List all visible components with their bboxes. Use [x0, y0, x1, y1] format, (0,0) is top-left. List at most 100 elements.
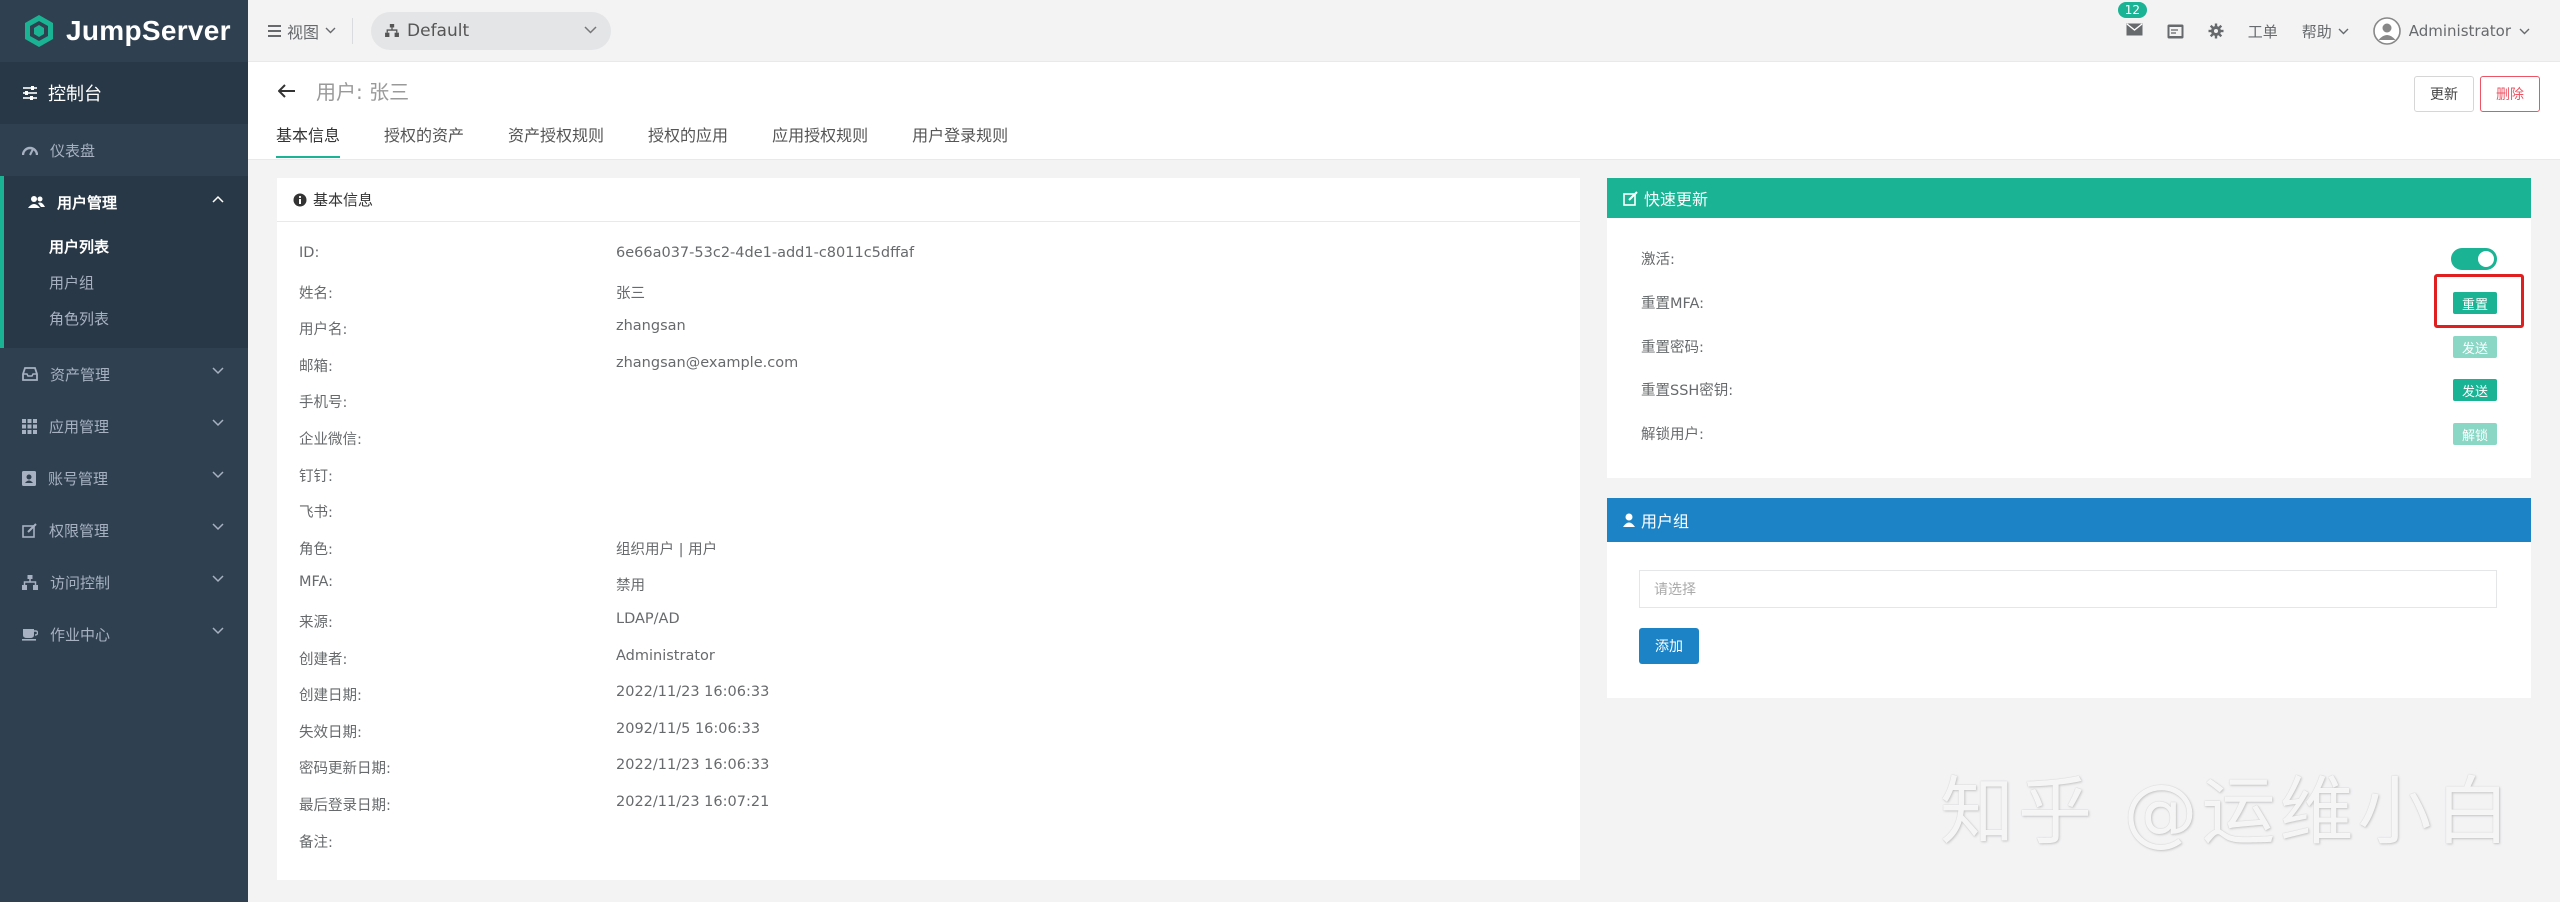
org-select-value: Default: [407, 20, 470, 41]
info-key: 钉钉:: [299, 469, 333, 485]
page-header: 用户: 张三 基本信息 授权的资产 资产授权规则 授权的应用 应用授权规则 用户…: [248, 62, 2560, 160]
sidebar-subitem-user-group[interactable]: 用户组: [4, 264, 248, 300]
info-value: 6e66a037-53c2-4de1-add1-c8011c5dffaf: [616, 245, 915, 261]
console-switch[interactable]: 控制台: [0, 62, 248, 124]
chevron-down-icon: [325, 27, 336, 34]
tab-app-permission-rules[interactable]: 应用授权规则: [772, 122, 868, 158]
terminal-icon[interactable]: [2167, 24, 2184, 39]
sidebar-item-permissions[interactable]: 权限管理: [0, 504, 248, 556]
reset-ssh-key-button[interactable]: 发送: [2452, 379, 2497, 401]
unlock-user-label: 解锁用户:: [1641, 427, 1704, 443]
update-button[interactable]: 更新: [2414, 76, 2474, 112]
sidebar: JumpServer 控制台 仪表盘 用户管理 用户列表 用户组 角色列表 资产…: [0, 0, 248, 902]
panel-title-text: 快速更新: [1644, 190, 1709, 209]
logo[interactable]: JumpServer: [0, 0, 248, 62]
avatar: [2372, 17, 2401, 45]
reset-mfa-label: 重置MFA:: [1641, 296, 1705, 312]
tickets-link[interactable]: 工单: [2248, 21, 2278, 42]
sliders-icon: [23, 86, 37, 100]
sidebar-item-label: 资产管理: [50, 365, 111, 384]
chevron-down-icon: [584, 25, 597, 34]
sitemap-icon: [22, 574, 38, 590]
reset-password-label: 重置密码:: [1641, 340, 1704, 356]
back-arrow-icon[interactable]: [278, 83, 296, 98]
org-select[interactable]: Default: [371, 11, 612, 50]
add-group-button[interactable]: 添加: [1639, 628, 1699, 664]
sidebar-group-users: 用户管理 用户列表 用户组 角色列表: [0, 176, 248, 348]
chevron-down-icon: [212, 419, 224, 427]
sidebar-subitem-role-list[interactable]: 角色列表: [4, 300, 248, 336]
tab-asset-permission-rules[interactable]: 资产授权规则: [508, 122, 604, 158]
console-label: 控制台: [48, 84, 102, 105]
sidebar-item-access-control[interactable]: 访问控制: [0, 556, 248, 608]
sidebar-subitem-user-list[interactable]: 用户列表: [4, 228, 248, 264]
sidebar-item-accounts[interactable]: 账号管理: [0, 452, 248, 504]
dashboard-icon: [22, 146, 38, 156]
chevron-up-icon: [212, 195, 224, 203]
user-menu[interactable]: Administrator: [2372, 17, 2530, 45]
group-select-input[interactable]: 请选择: [1639, 570, 2497, 608]
gear-icon[interactable]: [2208, 23, 2224, 39]
info-key: 创建日期:: [299, 688, 362, 704]
tab-login-rules[interactable]: 用户登录规则: [912, 122, 1008, 158]
info-value: 2092/11/5 16:06:33: [616, 721, 761, 737]
user-icon: [1623, 513, 1635, 527]
info-key: 失效日期:: [299, 725, 362, 741]
highlight-box: [2434, 274, 2524, 328]
info-value: 禁用: [616, 578, 645, 594]
tab-basic-info[interactable]: 基本信息: [276, 122, 341, 158]
inbox-icon: [22, 367, 38, 381]
notification-badge: 12: [2117, 2, 2147, 18]
panel-title: 用户组: [1607, 498, 2531, 542]
reset-password-button[interactable]: 发送: [2452, 336, 2497, 358]
sidebar-item-assets[interactable]: 资产管理: [0, 348, 248, 400]
edit-icon: [1623, 190, 1638, 206]
notifications[interactable]: 12: [2117, 2, 2147, 40]
bars-icon: [268, 24, 281, 37]
sidebar-item-label: 作业中心: [50, 625, 111, 644]
info-value: 2022/11/23 16:06:33: [616, 757, 770, 773]
info-key: 手机号:: [299, 395, 348, 411]
info-key: 最后登录日期:: [299, 798, 391, 814]
sidebar-item-label: 用户管理: [57, 193, 118, 212]
info-key: ID:: [299, 245, 320, 261]
unlock-user-button[interactable]: 解锁: [2452, 423, 2497, 445]
watermark: 知乎 @运维小白: [1940, 769, 2514, 855]
sidebar-item-dashboard[interactable]: 仪表盘: [0, 124, 248, 176]
help-menu[interactable]: 帮助: [2302, 21, 2349, 42]
panel-title: 基本信息: [277, 178, 1580, 222]
reset-ssh-key-label: 重置SSH密钥:: [1641, 383, 1734, 399]
info-value: zhangsan@example.com: [616, 355, 799, 371]
info-key: 邮箱:: [299, 359, 333, 375]
sidebar-item-label: 权限管理: [49, 521, 110, 540]
info-key: 姓名:: [299, 286, 333, 302]
info-key: 角色:: [299, 542, 333, 558]
chevron-down-icon: [212, 471, 224, 479]
sidebar-item-applications[interactable]: 应用管理: [0, 400, 248, 452]
page-title: 用户: 张三: [316, 80, 410, 104]
user-group-panel: 用户组 请选择 添加: [1607, 498, 2531, 698]
coffee-icon: [22, 629, 38, 641]
info-value: 张三: [616, 286, 645, 302]
sidebar-item-users[interactable]: 用户管理: [4, 176, 248, 228]
users-icon: [28, 196, 45, 208]
header-actions: 更新 删除: [2414, 76, 2540, 112]
tab-authorized-assets[interactable]: 授权的资产: [384, 122, 464, 158]
tabs: 基本信息 授权的资产 资产授权规则 授权的应用 应用授权规则 用户登录规则: [276, 122, 1008, 158]
info-value: zhangsan: [616, 318, 686, 334]
panel-title-text: 用户组: [1641, 512, 1690, 531]
chevron-down-icon: [212, 627, 224, 635]
chevron-down-icon: [2519, 28, 2530, 34]
info-key: MFA:: [299, 574, 334, 590]
active-toggle[interactable]: [2451, 248, 2497, 270]
view-toggle-label: 视图: [287, 22, 320, 42]
chevron-down-icon: [212, 575, 224, 583]
tab-authorized-apps[interactable]: 授权的应用: [648, 122, 728, 158]
view-toggle[interactable]: 视图: [268, 19, 336, 43]
info-key: 来源:: [299, 615, 333, 631]
basic-info-panel: 基本信息 ID: 6e66a037-53c2-4de1-add1-c8011c5d…: [277, 178, 1580, 880]
info-key: 创建者:: [299, 652, 348, 668]
sidebar-item-jobs[interactable]: 作业中心: [0, 608, 248, 660]
delete-button[interactable]: 删除: [2480, 76, 2540, 112]
help-label: 帮助: [2301, 22, 2332, 41]
